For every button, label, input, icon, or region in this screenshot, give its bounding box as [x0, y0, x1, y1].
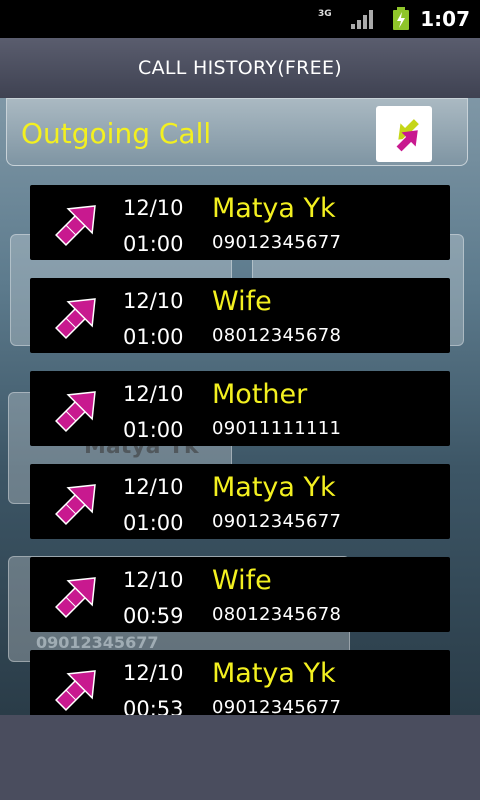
outgoing-call-arrow-icon [55, 298, 96, 339]
call-date: 12/10 [123, 196, 184, 220]
outgoing-call-arrow-icon [55, 205, 96, 246]
call-direction-toggle-icon [395, 117, 421, 153]
call-time: 01:00 [123, 511, 184, 535]
battery-charging-icon [393, 7, 409, 30]
phone-number: 08012345678 [212, 325, 342, 346]
outgoing-call-arrow-icon [55, 577, 96, 618]
call-type-title: Outgoing Call [21, 117, 212, 150]
status-bar: 3G 1:07 [0, 0, 480, 38]
call-row[interactable]: 12/10 01:00 Mother 09011111111 [30, 371, 450, 446]
signal-strength-icon [351, 10, 373, 29]
network-type-3g: 3G [318, 9, 332, 19]
call-time: 00:59 [123, 604, 184, 628]
contact-name: Wife [212, 286, 272, 317]
phone-number: 09012345677 [212, 232, 342, 253]
call-date: 12/10 [123, 568, 184, 592]
outgoing-call-arrow-icon [55, 670, 96, 711]
contact-name: Matya Yk [212, 193, 336, 224]
call-row[interactable]: 12/10 00:59 Wife 08012345678 [30, 557, 450, 632]
call-list-area[interactable]: Matya Yk 09012345677 Outgoing Call 12/10… [0, 98, 480, 715]
call-date: 12/10 [123, 382, 184, 406]
call-type-header: Outgoing Call [6, 98, 468, 166]
call-date: 12/10 [123, 475, 184, 499]
phone-number: 09012345677 [212, 697, 342, 715]
contact-name: Matya Yk [212, 472, 336, 503]
app-title-bar: CALL HISTORY(FREE) [0, 38, 480, 98]
call-row[interactable]: 12/10 01:00 Wife 08012345678 [30, 278, 450, 353]
contact-name: Mother [212, 379, 308, 410]
call-date: 12/10 [123, 661, 184, 685]
call-time: 00:53 [123, 697, 184, 715]
call-row[interactable]: 12/10 00:53 Matya Yk 09012345677 [30, 650, 450, 715]
call-date: 12/10 [123, 289, 184, 313]
contact-name: Wife [212, 565, 272, 596]
call-direction-toggle-button[interactable] [376, 106, 432, 162]
call-row[interactable]: 12/10 01:00 Matya Yk 09012345677 [30, 185, 450, 260]
outgoing-call-arrow-icon [55, 484, 96, 525]
status-time: 1:07 [420, 7, 470, 31]
bottom-panel [0, 715, 480, 800]
call-time: 01:00 [123, 325, 184, 349]
contact-name: Matya Yk [212, 658, 336, 689]
outgoing-call-arrow-icon [55, 391, 96, 432]
phone-number: 09011111111 [212, 418, 342, 439]
call-time: 01:00 [123, 232, 184, 256]
call-row[interactable]: 12/10 01:00 Matya Yk 09012345677 [30, 464, 450, 539]
call-time: 01:00 [123, 418, 184, 442]
phone-number: 09012345677 [212, 511, 342, 532]
phone-number: 08012345678 [212, 604, 342, 625]
